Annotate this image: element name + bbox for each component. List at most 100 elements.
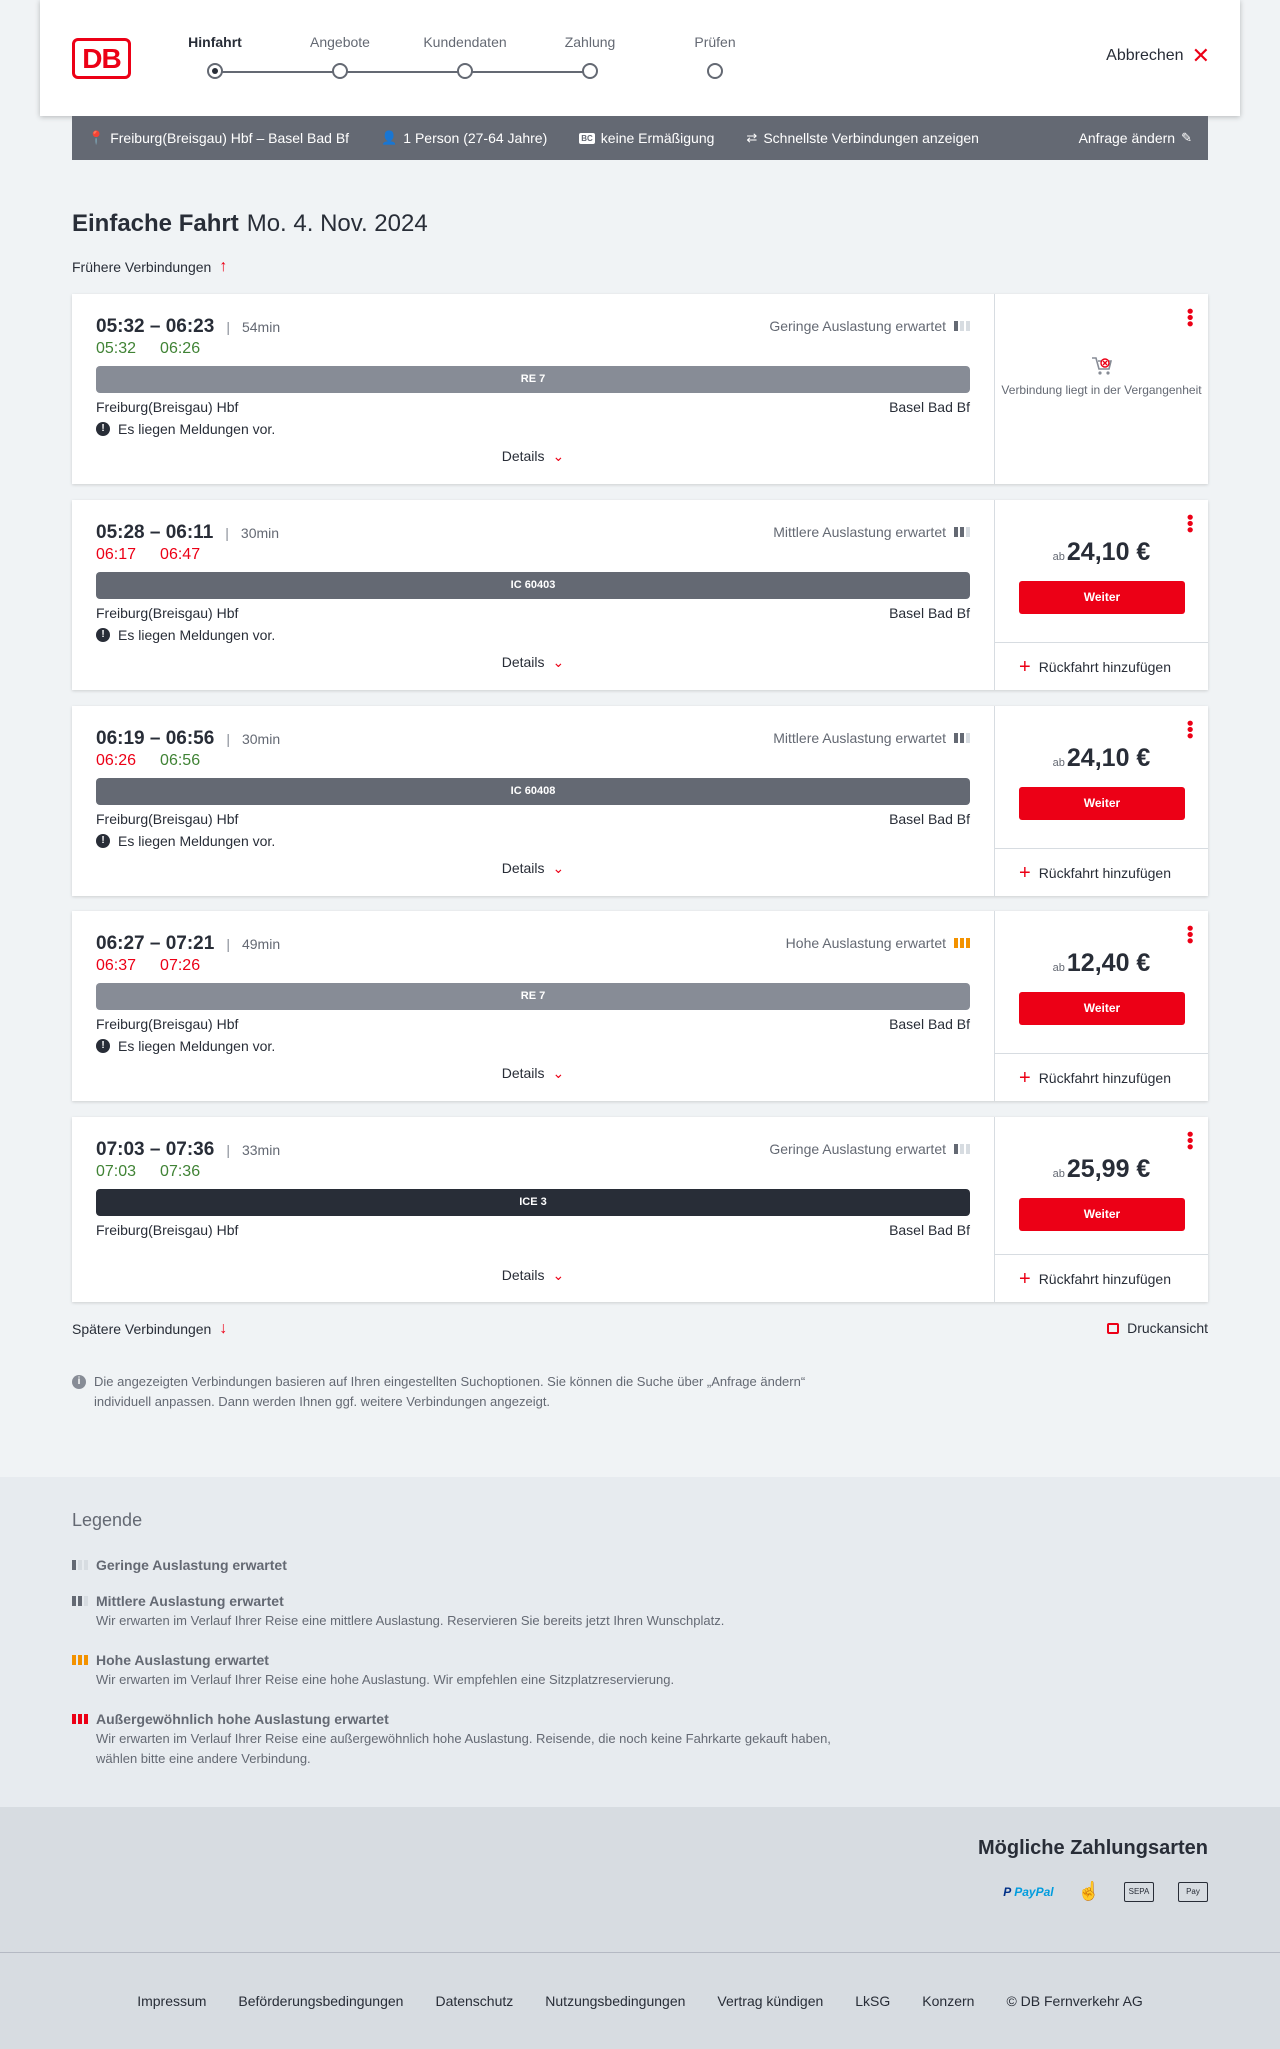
more-options-icon[interactable]: •••: [1180, 514, 1200, 533]
connection-card: 06:27 – 07:21 | 49min 06:37 07:26 Hohe Auslas…: [72, 911, 1208, 1101]
footer-link-befoerderungsbedingungen[interactable]: Beförderungsbedingungen: [238, 1993, 403, 2009]
more-options-icon[interactable]: •••: [1180, 925, 1200, 944]
separator: |: [226, 731, 230, 747]
train-bar[interactable]: RE 7: [96, 366, 970, 393]
db-logo[interactable]: DB: [72, 38, 131, 79]
occupancy-icon: [954, 938, 970, 948]
footer-link-konzern[interactable]: Konzern: [922, 1993, 974, 2009]
realtime-times: 06:17 06:47: [96, 546, 200, 564]
train-bar[interactable]: RE 7: [96, 983, 970, 1010]
payment-title: Mögliche Zahlungsarten: [977, 1837, 1208, 1859]
legend-title: Legende: [72, 1510, 143, 1530]
details-toggle[interactable]: Details ⌄: [72, 654, 994, 671]
realtime-times: 06:37 07:26: [96, 957, 200, 975]
abort-label: Abbrechen: [1106, 47, 1184, 64]
legend-item-high: Hohe Auslastung erwartet Wir erwarten im …: [72, 1650, 872, 1690]
chevron-down-icon: ⌄: [552, 1267, 565, 1283]
location-pin-icon: 📍: [88, 130, 105, 145]
extreme-load-icon: [72, 1714, 88, 1724]
earlier-label: Frühere Verbindungen: [72, 259, 212, 275]
later-connections-link[interactable]: Spätere Verbindungen ↓: [72, 1320, 227, 1338]
plus-icon: +: [1019, 861, 1031, 884]
weiter-button[interactable]: Weiter: [1019, 992, 1185, 1025]
alert-icon: !: [96, 1039, 110, 1053]
train-bar[interactable]: IC 60403: [96, 572, 970, 599]
discount-text: keine Ermäßigung: [600, 130, 715, 146]
realtime-departure: 06:26: [96, 752, 137, 769]
destination-station: Basel Bad Bf: [889, 1016, 970, 1032]
destination-station: Basel Bad Bf: [889, 1222, 970, 1238]
add-return-button[interactable]: + Rückfahrt hinzufügen: [995, 848, 1208, 896]
duration: 54min: [241, 319, 281, 335]
occupancy-text: Hohe Auslastung erwartet: [785, 935, 946, 951]
edit-request-button[interactable]: Anfrage ändern ✎: [1079, 130, 1192, 146]
header: DB Hinfahrt Angebote Kundendaten Zahlung…: [40, 0, 1240, 116]
offer-panel: ••• ab24,10 € Weiter + Rückfahrt hinzufügen: [994, 706, 1208, 896]
weiter-button[interactable]: Weiter: [1019, 787, 1185, 820]
price: ab12,40 €: [995, 949, 1208, 978]
step-kundendaten: Kundendaten: [400, 34, 530, 79]
more-options-icon[interactable]: •••: [1180, 308, 1200, 327]
footer-link-impressum[interactable]: Impressum: [137, 1993, 206, 2009]
legend-item-low: Geringe Auslastung erwartet: [72, 1555, 287, 1575]
occupancy-info: Hohe Auslastung erwartet: [786, 935, 970, 951]
edit-text: Anfrage ändern: [1078, 130, 1176, 146]
message-notice: ! Es liegen Meldungen vor.: [96, 833, 275, 849]
details-label: Details: [501, 1267, 545, 1283]
sepa-icon: SEPA: [1124, 1881, 1154, 1902]
info-icon: i: [72, 1375, 86, 1389]
duration: 30min: [241, 731, 281, 747]
details-toggle[interactable]: Details ⌄: [72, 448, 994, 465]
more-options-icon[interactable]: •••: [1180, 720, 1200, 739]
earlier-connections-link[interactable]: Frühere Verbindungen ↑: [72, 258, 227, 276]
realtime-arrival: 06:56: [160, 752, 201, 769]
add-return-button[interactable]: + Rückfahrt hinzufügen: [995, 1254, 1208, 1302]
cart-disabled-icon: [1091, 356, 1113, 376]
legend-item-text: Wir erwarten im Verlauf Ihrer Reise eine…: [96, 1613, 725, 1628]
step-pruefen: Prüfen: [650, 34, 780, 79]
past-connection-info: Verbindung liegt in der Vergangenheit: [995, 356, 1208, 398]
abort-button[interactable]: Abbrechen ✕: [1106, 43, 1210, 68]
fastest-toggle[interactable]: ⇄ Schnellste Verbindungen anzeigen: [746, 130, 979, 146]
planned-times: 06:19 – 06:56 | 30min: [96, 728, 280, 750]
details-toggle[interactable]: Details ⌄: [72, 860, 994, 877]
past-label: Verbindung liegt in der Vergangenheit: [1001, 383, 1202, 397]
weiter-button[interactable]: Weiter: [1019, 1198, 1185, 1231]
add-return-button[interactable]: + Rückfahrt hinzufügen: [995, 1053, 1208, 1101]
weiter-button[interactable]: Weiter: [1019, 581, 1185, 614]
price-prefix: ab: [1052, 1168, 1065, 1180]
footer-link-vertrag-kuendigen[interactable]: Vertrag kündigen: [717, 1993, 823, 2009]
train-bar[interactable]: ICE 3: [96, 1189, 970, 1216]
payment-methods-section: Mögliche Zahlungsarten P PayPal ☝ SEPA P…: [0, 1807, 1280, 1952]
paypal-icon: P PayPal: [1003, 1884, 1054, 1899]
train-bar[interactable]: IC 60408: [96, 778, 970, 805]
chevron-down-icon: ⌄: [552, 860, 565, 876]
occupancy-info: Mittlere Auslastung erwartet: [773, 524, 970, 540]
occupancy-text: Geringe Auslastung erwartet: [769, 318, 946, 334]
footer-link-nutzungsbedingungen[interactable]: Nutzungsbedingungen: [545, 1993, 685, 2009]
step-hinfahrt: Hinfahrt: [150, 34, 280, 79]
print-view-link[interactable]: Druckansicht: [1107, 1320, 1208, 1336]
legend-item-text: Wir erwarten im Verlauf Ihrer Reise eine…: [96, 1672, 675, 1687]
details-toggle[interactable]: Details ⌄: [72, 1065, 994, 1082]
footer-link-lksg[interactable]: LkSG: [855, 1993, 890, 2009]
connection-card: 06:19 – 06:56 | 30min 06:26 06:56 Mittlere Au…: [72, 706, 1208, 896]
connection-details: 05:32 – 06:23 | 54min 05:32 06:26 Geringe Aus…: [72, 294, 994, 484]
occupancy-icon: [954, 733, 970, 743]
add-return-button[interactable]: + Rückfahrt hinzufügen: [995, 642, 1208, 690]
legend-item-extreme: Außergewöhnlich hohe Auslastung erwartet…: [72, 1709, 872, 1769]
price-value: 24,10 €: [1066, 744, 1151, 772]
duration: 33min: [241, 1142, 281, 1158]
more-options-icon[interactable]: •••: [1180, 1131, 1200, 1150]
occupancy-text: Mittlere Auslastung erwartet: [773, 524, 946, 540]
apple-pay-icon: Pay: [1178, 1881, 1208, 1902]
search-info-note: i Die angezeigten Verbindungen basieren a…: [72, 1372, 852, 1412]
legend-item-title: Geringe Auslastung erwartet: [96, 1557, 287, 1573]
footer-link-datenschutz[interactable]: Datenschutz: [435, 1993, 513, 2009]
step-dot: [582, 63, 598, 79]
destination-station: Basel Bad Bf: [889, 399, 970, 415]
step-angebote: Angebote: [275, 34, 405, 79]
close-icon: ✕: [1191, 43, 1210, 68]
trip-date: Mo. 4. Nov. 2024: [246, 210, 428, 237]
details-toggle[interactable]: Details ⌄: [72, 1267, 994, 1284]
